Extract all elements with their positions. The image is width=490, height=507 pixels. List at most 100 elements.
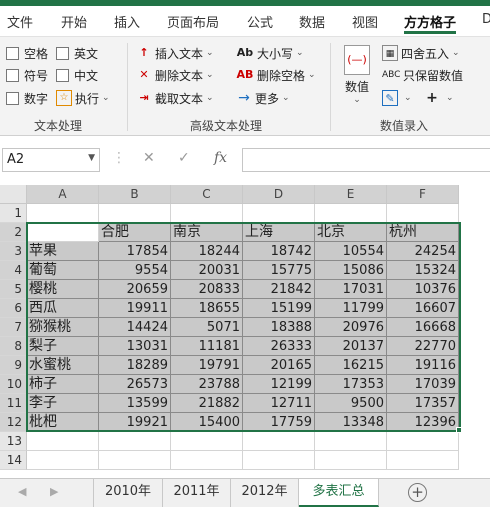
confirm-icon[interactable]: ✓ [178,150,190,166]
table-cell[interactable]: 10554 [315,242,387,261]
table-cell[interactable]: 5071 [171,318,243,337]
table-cell[interactable]: 13599 [99,394,171,413]
round-button[interactable]: ▦ 四舍五入 ⌄ [382,43,460,63]
empty-cell[interactable] [171,432,243,451]
row-header[interactable]: 5 [0,280,27,299]
table-cell[interactable]: 19116 [387,356,459,375]
table-cell[interactable]: 葡萄 [27,261,99,280]
table-cell[interactable]: 20976 [315,318,387,337]
table-cell[interactable]: 22770 [387,337,459,356]
entry-options-button[interactable]: ✎ ⌄ [382,88,412,108]
empty-cell[interactable] [99,204,171,223]
chinese-checkbox[interactable]: 中文 [56,65,98,85]
table-cell[interactable]: 17353 [315,375,387,394]
table-cell[interactable]: 18655 [171,299,243,318]
extract-text-button[interactable]: ⇥ 截取文本 ⌄ [136,88,213,108]
keep-values-button[interactable]: ABC 只保留数值 [382,65,463,85]
add-button[interactable]: + ⌄ [424,88,453,108]
case-button[interactable]: Ab 大小写 ⌄ [236,43,304,63]
table-cell[interactable]: 11181 [171,337,243,356]
table-cell[interactable]: 9500 [315,394,387,413]
remove-space-button[interactable]: AB 删除空格 ⌄ [236,65,316,85]
row-header[interactable]: 4 [0,261,27,280]
table-cell[interactable]: 西瓜 [27,299,99,318]
row-header[interactable]: 8 [0,337,27,356]
empty-cell[interactable] [27,204,99,223]
table-cell[interactable]: 苹果 [27,242,99,261]
header-cell[interactable]: 北京 [315,223,387,242]
tab-data[interactable]: 数据 [299,12,325,34]
header-cell[interactable]: 杭州 [387,223,459,242]
tab-formulas[interactable]: 公式 [247,12,273,34]
empty-cell[interactable] [243,451,315,470]
select-all-corner[interactable] [0,185,27,204]
add-sheet-button[interactable]: + [408,483,427,502]
delete-text-button[interactable]: ✕ 删除文本 ⌄ [136,65,213,85]
row-header[interactable]: 13 [0,432,27,451]
table-cell[interactable]: 26573 [99,375,171,394]
table-cell[interactable]: 19791 [171,356,243,375]
table-cell[interactable]: 26333 [243,337,315,356]
empty-cell[interactable] [27,451,99,470]
sheet-tab-2011[interactable]: 2011年 [163,479,231,507]
empty-cell[interactable] [243,432,315,451]
table-cell[interactable]: 23788 [171,375,243,394]
execute-button[interactable]: ☆ 执行 ⌄ [56,88,110,108]
table-cell[interactable]: 14424 [99,318,171,337]
prev-sheet-icon[interactable]: ◀ [18,485,26,498]
value-button[interactable]: (—) 数值 ⌄ [338,43,376,105]
table-cell[interactable]: 17759 [243,413,315,432]
tab-page-layout[interactable]: 页面布局 [167,12,219,34]
empty-cell[interactable] [171,451,243,470]
table-cell[interactable]: 18388 [243,318,315,337]
table-cell[interactable]: 18289 [99,356,171,375]
empty-cell[interactable] [387,432,459,451]
table-cell[interactable]: 17854 [99,242,171,261]
empty-cell[interactable] [387,451,459,470]
table-cell[interactable]: 20833 [171,280,243,299]
empty-cell[interactable] [243,204,315,223]
table-cell[interactable]: 11799 [315,299,387,318]
header-cell[interactable]: 合肥 [99,223,171,242]
table-cell[interactable]: 10376 [387,280,459,299]
table-cell[interactable]: 樱桃 [27,280,99,299]
table-cell[interactable]: 15324 [387,261,459,280]
tab-view[interactable]: 视图 [352,12,378,34]
empty-cell[interactable] [387,204,459,223]
tab-file[interactable]: 文件 [7,12,33,34]
table-cell[interactable]: 17357 [387,394,459,413]
english-checkbox[interactable]: 英文 [56,43,98,63]
table-cell[interactable]: 19911 [99,299,171,318]
row-header[interactable]: 2 [0,223,27,242]
table-cell[interactable]: 18244 [171,242,243,261]
column-header[interactable]: F [387,185,459,204]
header-cell[interactable]: 上海 [243,223,315,242]
table-cell[interactable]: 枇杷 [27,413,99,432]
table-cell[interactable]: 18742 [243,242,315,261]
row-header[interactable]: 11 [0,394,27,413]
header-cell[interactable]: 南京 [171,223,243,242]
next-sheet-icon[interactable]: ▶ [50,485,58,498]
space-checkbox[interactable]: 空格 [6,43,48,63]
row-header[interactable]: 14 [0,451,27,470]
empty-cell[interactable] [315,432,387,451]
table-cell[interactable]: 15400 [171,413,243,432]
column-header[interactable]: D [243,185,315,204]
tab-home[interactable]: 开始 [61,12,87,34]
table-cell[interactable]: 17031 [315,280,387,299]
tab-more[interactable]: D [482,12,490,34]
table-cell[interactable]: 李子 [27,394,99,413]
table-cell[interactable]: 20165 [243,356,315,375]
empty-cell[interactable] [171,204,243,223]
empty-cell[interactable] [315,204,387,223]
row-header[interactable]: 1 [0,204,27,223]
column-header[interactable]: B [99,185,171,204]
table-cell[interactable]: 13031 [99,337,171,356]
table-cell[interactable]: 21842 [243,280,315,299]
row-header[interactable]: 3 [0,242,27,261]
table-cell[interactable]: 15199 [243,299,315,318]
table-cell[interactable]: 9554 [99,261,171,280]
number-checkbox[interactable]: 数字 [6,88,48,108]
table-cell[interactable]: 20659 [99,280,171,299]
row-header[interactable]: 6 [0,299,27,318]
